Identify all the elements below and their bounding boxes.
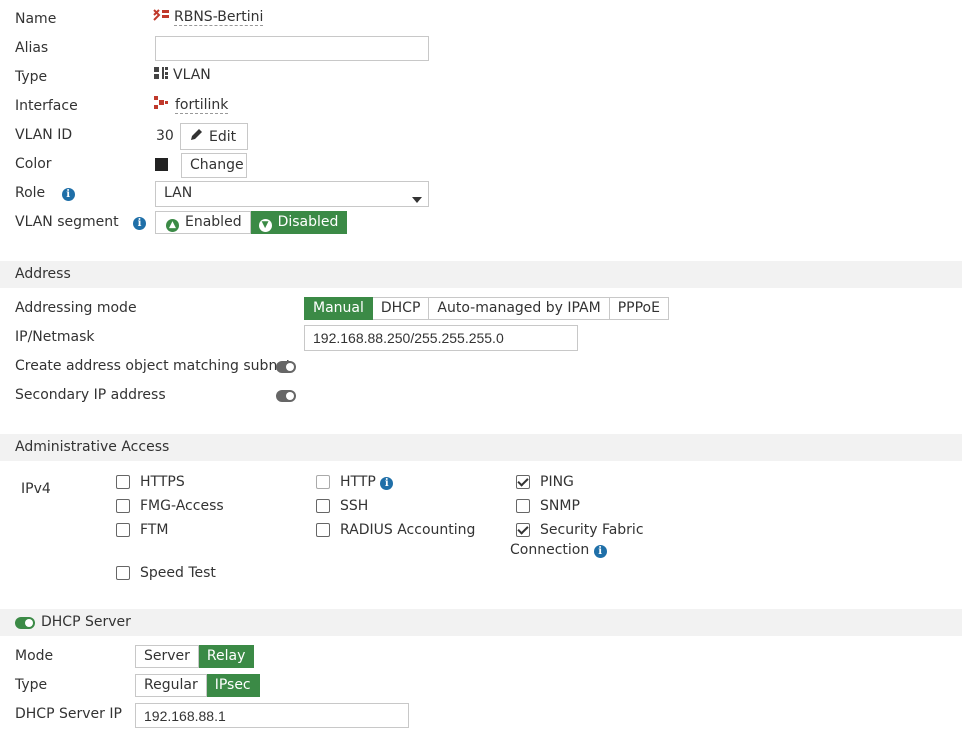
ftm-checkbox[interactable]	[116, 523, 130, 537]
pencil-icon	[189, 128, 203, 146]
name-value: RBNS-Bertini	[153, 8, 264, 26]
http-label: HTTP i	[340, 474, 394, 490]
ip-netmask-input[interactable]	[304, 325, 578, 351]
caret-down-icon	[412, 191, 422, 207]
dhcp-mode-label: Mode	[15, 648, 54, 664]
dhcp-type-selector[interactable]: Regular IPsec	[135, 674, 260, 697]
http-label-text: HTTP	[340, 474, 376, 490]
mode-server[interactable]: Server	[135, 645, 199, 668]
speed-test-checkbox[interactable]	[116, 566, 130, 580]
vlan-segment-label-text: VLAN segment	[15, 214, 119, 230]
role-label: Role i	[15, 185, 75, 201]
addressing-mode-selector[interactable]: Manual DHCP Auto-managed by IPAM PPPoE	[304, 297, 669, 320]
dhcp-server-ip-label: DHCP Server IP	[15, 706, 122, 722]
type-label: Type	[15, 69, 48, 85]
interface-value[interactable]: fortilink	[153, 95, 229, 114]
mode-ipam[interactable]: Auto-managed by IPAM	[429, 297, 610, 320]
edit-button[interactable]: Edit	[180, 123, 248, 150]
vlan-interface-icon	[153, 8, 170, 26]
ssh-checkbox[interactable]	[316, 499, 330, 513]
interface-link[interactable]: fortilink	[175, 96, 229, 114]
vlan-id-label: VLAN ID	[15, 127, 73, 143]
dhcp-server-toggle[interactable]	[15, 617, 35, 629]
mode-dhcp[interactable]: DHCP	[372, 297, 430, 320]
info-icon[interactable]: i	[61, 188, 75, 201]
ping-checkbox[interactable]	[516, 475, 530, 489]
color-label: Color	[15, 156, 52, 172]
dhcp-section-header: DHCP Server	[0, 609, 962, 636]
dhcp-server-ip-input[interactable]	[135, 703, 409, 728]
info-icon[interactable]: i	[593, 545, 607, 558]
name-label: Name	[15, 11, 57, 27]
info-icon[interactable]: i	[380, 477, 394, 490]
section-title: DHCP Server	[41, 614, 131, 630]
vlan-segment-toggle[interactable]: ▲ Enabled ▼ Disabled	[155, 211, 348, 234]
arrow-down-circle-icon: ▼	[258, 219, 272, 232]
alias-input[interactable]	[155, 36, 429, 61]
fmg-access-label: FMG-Access	[140, 498, 224, 514]
enabled-option[interactable]: ▲ Enabled	[155, 211, 251, 234]
address-section-header: Address	[0, 261, 962, 288]
security-fabric-label-cont: Connection i	[510, 542, 607, 558]
ping-label: PING	[540, 474, 574, 490]
vlan-icon	[153, 66, 169, 84]
secondary-ip-label: Secondary IP address	[15, 387, 166, 403]
type-text: VLAN	[173, 67, 211, 83]
enabled-label: Enabled	[185, 214, 242, 230]
ip-netmask-label: IP/Netmask	[15, 329, 95, 345]
secondary-ip-toggle[interactable]	[276, 390, 296, 402]
addressing-mode-label: Addressing mode	[15, 300, 137, 316]
info-icon[interactable]: i	[133, 217, 147, 230]
type-value: VLAN	[153, 66, 211, 84]
interface-label: Interface	[15, 98, 78, 114]
type-regular[interactable]: Regular	[135, 674, 207, 697]
ipv4-label: IPv4	[21, 481, 51, 497]
edit-label: Edit	[209, 129, 237, 145]
snmp-checkbox[interactable]	[516, 499, 530, 513]
radius-accounting-label: RADIUS Accounting	[340, 522, 476, 538]
dhcp-mode-selector[interactable]: Server Relay	[135, 645, 255, 668]
vlan-id-value: 30	[156, 128, 174, 144]
mode-manual[interactable]: Manual	[304, 297, 373, 320]
role-label-text: Role	[15, 185, 46, 201]
ftm-label: FTM	[140, 522, 169, 538]
create-address-object-toggle[interactable]	[276, 361, 296, 373]
type-ipsec[interactable]: IPsec	[206, 674, 260, 697]
fmg-access-checkbox[interactable]	[116, 499, 130, 513]
disabled-option[interactable]: ▼ Disabled	[250, 211, 348, 234]
color-swatch	[155, 158, 168, 171]
role-select[interactable]: LAN	[155, 181, 429, 207]
create-address-object-label: Create address object matching subnet	[15, 358, 292, 374]
vlan-segment-label: VLAN segment i	[15, 214, 147, 230]
https-label: HTTPS	[140, 474, 185, 490]
section-title: Address	[15, 266, 71, 282]
interface-name: RBNS-Bertini	[174, 9, 264, 26]
security-fabric-checkbox[interactable]	[516, 523, 530, 537]
change-color-button[interactable]: Change	[181, 153, 247, 178]
role-selected-value: LAN	[164, 185, 193, 201]
snmp-label: SNMP	[540, 498, 580, 514]
ssh-label: SSH	[340, 498, 369, 514]
alias-label: Alias	[15, 40, 49, 56]
http-checkbox[interactable]	[316, 475, 330, 489]
mode-pppoe[interactable]: PPPoE	[609, 297, 669, 320]
disabled-label: Disabled	[277, 214, 339, 230]
mode-relay[interactable]: Relay	[198, 645, 255, 668]
connection-text: Connection	[510, 542, 590, 558]
arrow-up-circle-icon: ▲	[166, 219, 179, 232]
security-fabric-label: Security Fabric	[540, 522, 644, 538]
radius-accounting-checkbox[interactable]	[316, 523, 330, 537]
dhcp-type-label: Type	[15, 677, 48, 693]
section-title: Administrative Access	[15, 439, 170, 455]
fortilink-icon	[153, 95, 169, 114]
admin-access-section-header: Administrative Access	[0, 434, 962, 461]
https-checkbox[interactable]	[116, 475, 130, 489]
speed-test-label: Speed Test	[140, 565, 216, 581]
